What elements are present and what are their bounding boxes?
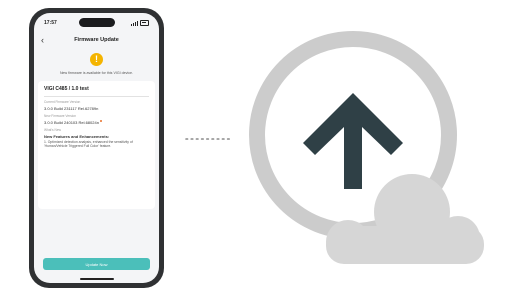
cloud-upload-icon — [249, 31, 484, 264]
arrow-up-icon — [303, 93, 403, 189]
